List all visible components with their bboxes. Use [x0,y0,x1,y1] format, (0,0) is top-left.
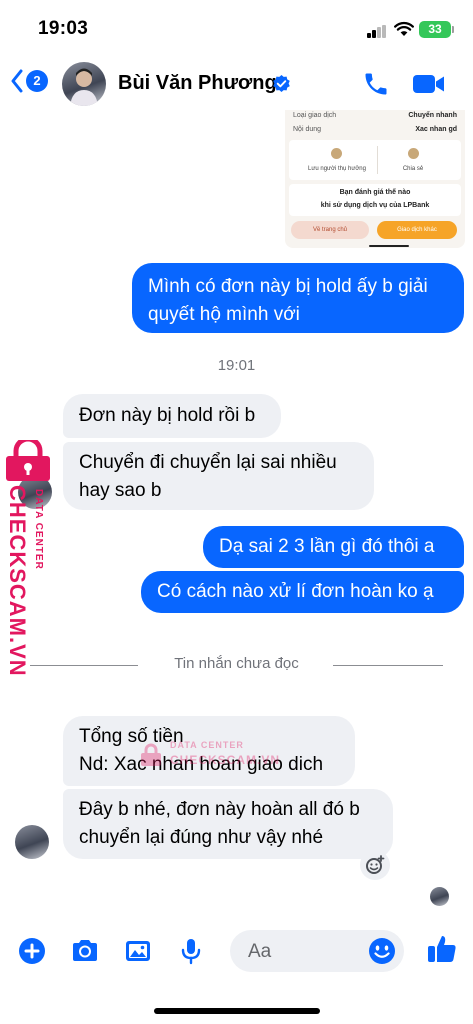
battery-indicator: 33 [419,21,451,38]
unread-separator: Tin nhắn chưa đọc [0,655,473,675]
add-reaction-icon [366,855,385,874]
share-icon [408,148,419,159]
lock-icon [6,440,50,481]
receipt-row-label: Loại giao dịch [293,112,337,119]
share-label: Chia sẻ [402,166,424,172]
seen-receipt-avatar [430,887,449,906]
watermark-sub: DATA CENTER [33,489,44,570]
timestamp-separator: 19:01 [217,357,256,374]
verified-badge-icon [273,74,290,93]
watermark-center: DATA CENTER CHECKSCAM.VN [140,733,290,773]
contact-name[interactable]: Bùi Văn Phương [118,72,277,95]
chat-header: 2 Bùi Văn Phương [0,58,473,110]
card-divider [377,146,378,174]
save-beneficiary-label: Lưu người thụ hưởng [308,166,366,172]
watermark-vertical: CHECKSCAM.VN DATA CENTER [5,485,44,677]
receipt-row: Nội dung Xac nhan gd [293,126,457,133]
home-indicator [154,1008,320,1014]
receipt-row-value: Chuyển nhanh [408,112,457,119]
message-input-placeholder: Aa [248,941,272,962]
add-reaction-button[interactable] [360,850,390,880]
camera-icon[interactable] [70,936,100,966]
thumbs-up-icon[interactable] [425,932,459,966]
outgoing-message[interactable]: Mình có đơn này bị hold ấy b giải quyết … [132,263,464,333]
receipt-row: Loại giao dịch Chuyển nhanh [293,112,457,119]
incoming-message[interactable]: Đơn này bị hold rồi b [63,394,281,438]
receipt-home-indicator [369,245,409,247]
status-time: 19:03 [38,18,89,39]
battery-tip [452,26,454,33]
phone-icon[interactable] [362,70,390,98]
lock-icon [141,743,161,766]
incoming-message[interactable]: Chuyển đi chuyển lại sai nhiều hay sao b [63,442,374,510]
watermark-brand: CHECKSCAM.VN [170,753,281,767]
receipt-rating-card: Bạn đánh giá thế nào khi sử dụng dịch vụ… [289,184,461,216]
watermark-sub: DATA CENTER [170,740,244,750]
rating-subtitle: khi sử dụng dịch vụ của LPBank [320,202,430,209]
message-composer: Aa [0,920,473,984]
receipt-row-value: Xac nhan gd [415,126,457,133]
cellular-signal-icon [367,25,388,38]
receipt-other-button: Giao dịch khác [377,221,457,239]
receipt-row-label: Nội dung [293,126,322,133]
video-camera-icon[interactable] [412,72,446,96]
unread-count-badge: 2 [26,70,48,92]
status-bar: 19:03 33 [0,0,473,58]
microphone-icon[interactable] [176,936,206,966]
back-chevron-icon [11,69,23,93]
save-beneficiary-icon [331,148,342,159]
incoming-message[interactable]: Đây b nhé, đơn này hoàn all đó b chuyển … [63,789,393,859]
watermark-brand: CHECKSCAM.VN [5,485,30,677]
receipt-home-button: Về trang chủ [291,221,369,239]
rating-title: Bạn đánh giá thế nào [339,189,411,196]
unread-label: Tin nhắn chưa đọc [174,655,299,672]
wifi-icon [394,21,414,36]
outgoing-message[interactable]: Có cách nào xử lí đơn hoàn ko ạ [141,571,464,613]
sender-avatar[interactable] [15,825,49,859]
contact-avatar[interactable] [62,62,106,106]
plus-icon[interactable] [17,936,47,966]
separator-line [333,665,443,666]
receipt-actions-card: Lưu người thụ hưởng Chia sẻ [289,140,461,180]
message-input[interactable]: Aa [230,930,404,972]
back-button[interactable]: 2 [10,69,48,93]
image-icon[interactable] [123,936,153,966]
outgoing-message[interactable]: Dạ sai 2 3 lần gì đó thôi a [203,526,464,568]
avatar-photo [70,68,98,106]
shared-image-message[interactable]: Loại giao dịch Chuyển nhanh Nội dung Xac… [285,108,465,248]
emoji-icon[interactable] [367,936,397,966]
